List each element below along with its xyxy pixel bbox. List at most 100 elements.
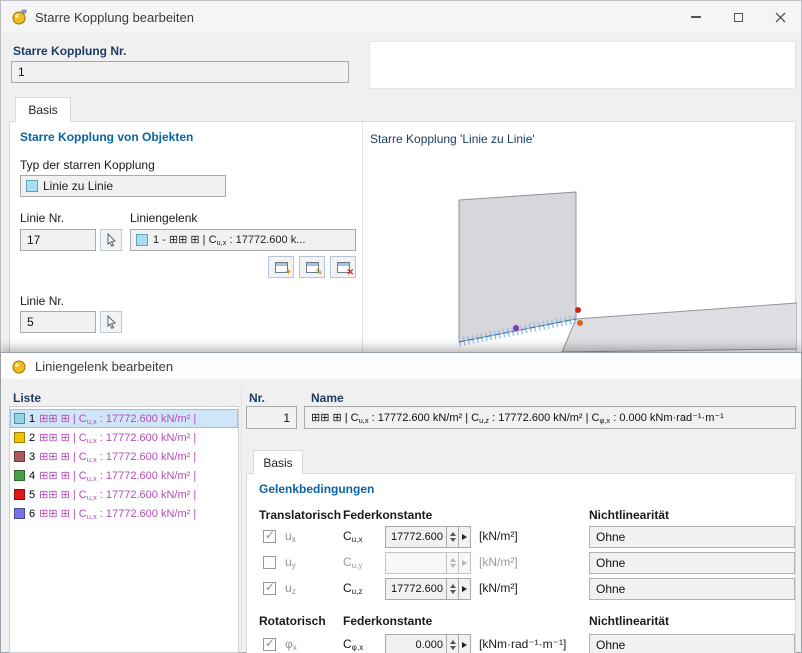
new-hinge-button[interactable]: ✦ <box>268 256 294 278</box>
list-item-3[interactable]: 3 ⊞⊞ ⊞ | Cu,x : 17772.600 kN/m² | <box>10 447 238 466</box>
list-item-1[interactable]: 1 ⊞⊞ ⊞ | Cu,x : 17772.600 kN/m² | <box>10 409 238 428</box>
color-swatch <box>14 413 25 424</box>
spin-arrows[interactable] <box>447 552 459 574</box>
spring-constant-header-2: Federkonstante <box>343 614 433 628</box>
edit-pencil-icon: ✎ <box>315 267 323 277</box>
line1-pick-button[interactable] <box>100 229 122 251</box>
name-value: ⊞⊞ ⊞ | Cu,x : 17772.600 kN/m² | Cu,z : 1… <box>311 411 724 425</box>
phix-checkbox[interactable] <box>263 636 276 651</box>
liniengelenk-combo[interactable]: 1 - ⊞⊞ ⊞ | Cu,x : 17772.600 k... <box>130 229 356 251</box>
spin-arrows[interactable] <box>447 634 459 653</box>
pick-cursor-icon <box>107 315 117 329</box>
list-item-4[interactable]: 4 ⊞⊞ ⊞ | Cu,x : 17772.600 kN/m² | <box>10 466 238 485</box>
app-icon <box>12 9 27 25</box>
delete-hinge-button[interactable]: ✕ <box>330 256 356 278</box>
list-divider <box>241 387 242 653</box>
uy-label: uy <box>285 555 296 571</box>
tab-basis[interactable]: Basis <box>253 450 303 474</box>
uz-checkbox[interactable] <box>263 580 276 595</box>
item-number: 6 <box>29 507 36 520</box>
cuz-value-field[interactable]: 17772.600 <box>385 578 447 600</box>
coupling-number-field[interactable]: 1 <box>11 61 349 83</box>
row-uy: uy Cu,y [kN/m²] Ohne <box>247 552 795 574</box>
item-text: ⊞⊞ ⊞ | Cu,x : 17772.600 kN/m² | <box>39 469 197 483</box>
app-icon <box>12 360 26 374</box>
more-arrow-icon <box>462 642 467 648</box>
item-text: ⊞⊞ ⊞ | Cu,x : 17772.600 kN/m² | <box>39 431 197 445</box>
more-options-button[interactable] <box>459 634 471 653</box>
cux-spinner: 17772.600 <box>385 526 471 548</box>
color-swatch <box>14 470 25 481</box>
phix-nonlinearity-combo[interactable]: Ohne <box>589 634 795 653</box>
item-text: ⊞⊞ ⊞ | Cu,x : 17772.600 kN/m² | <box>39 488 197 502</box>
hinge-list: 1 ⊞⊞ ⊞ | Cu,x : 17772.600 kN/m² | 2 ⊞⊞ ⊞… <box>9 406 239 653</box>
coupling-3d-preview[interactable] <box>364 146 797 352</box>
type-color-icon <box>26 180 38 192</box>
uz-unit: [kN/m²] <box>479 581 518 595</box>
panel-divider <box>362 122 363 352</box>
item-number: 3 <box>29 450 36 463</box>
uy-nonlinearity-value: Ohne <box>596 556 626 570</box>
ux-nonlinearity-combo[interactable]: Ohne <box>589 526 795 548</box>
hinge-color-icon <box>136 234 148 246</box>
maximize-button[interactable] <box>717 1 759 33</box>
more-options-button[interactable] <box>459 526 471 548</box>
name-label: Name <box>311 391 344 405</box>
list-item-2[interactable]: 2 ⊞⊞ ⊞ | Cu,x : 17772.600 kN/m² | <box>10 428 238 447</box>
tab-basis[interactable]: Basis <box>15 97 71 122</box>
minimize-button[interactable] <box>675 1 717 33</box>
list-item-5[interactable]: 5 ⊞⊞ ⊞ | Cu,x : 17772.600 kN/m² | <box>10 485 238 504</box>
section-conditions-header: Gelenkbedingungen <box>259 482 375 496</box>
cphix-value-field[interactable]: 0.000 <box>385 634 447 653</box>
spin-down-icon <box>449 564 456 568</box>
maximize-icon <box>733 12 743 22</box>
spring-constant-header: Federkonstante <box>343 508 433 522</box>
cux-value-field[interactable]: 17772.600 <box>385 526 447 548</box>
titlebar[interactable]: Liniengelenk bearbeiten <box>1 353 801 379</box>
more-options-button[interactable] <box>459 578 471 600</box>
node-orange <box>577 320 583 326</box>
item-text: ⊞⊞ ⊞ | Cu,x : 17772.600 kN/m² | <box>39 450 197 464</box>
window-controls <box>675 1 801 33</box>
cuy-label: Cu,y <box>343 555 363 571</box>
uy-unit: [kN/m²] <box>479 555 518 569</box>
spin-arrows[interactable] <box>447 578 459 600</box>
type-value: Linie zu Linie <box>43 179 114 193</box>
liniengelenk-value: 1 - ⊞⊞ ⊞ | Cu,x : 17772.600 k... <box>153 234 306 247</box>
close-button[interactable] <box>759 1 801 33</box>
tab-basis-label: Basis <box>263 455 293 470</box>
more-arrow-icon <box>462 534 467 540</box>
ux-label: ux <box>285 529 296 545</box>
row-phix: φx Cφ,x 0.000 [kNm·rad⁻¹·m⁻¹] Ohne <box>247 634 795 653</box>
translational-header: Translatorisch <box>259 508 342 522</box>
cuy-value-field[interactable] <box>385 552 447 574</box>
coupling-type-combo[interactable]: Linie zu Linie <box>20 175 226 197</box>
delete-x-icon: ✕ <box>346 267 354 277</box>
coupling-number-label: Starre Kopplung Nr. <box>13 44 127 58</box>
item-number: 4 <box>29 469 36 482</box>
edit-hinge-button[interactable]: ✎ <box>299 256 325 278</box>
comment-box[interactable] <box>369 41 796 89</box>
cuy-spinner <box>385 552 471 574</box>
titlebar[interactable]: Starre Kopplung bearbeiten <box>1 1 801 33</box>
name-field[interactable]: ⊞⊞ ⊞ | Cu,x : 17772.600 kN/m² | Cu,z : 1… <box>304 406 796 429</box>
uy-checkbox[interactable] <box>263 556 276 569</box>
ux-checkbox[interactable] <box>263 528 276 543</box>
spin-down-icon <box>449 590 456 594</box>
uy-nonlinearity-combo[interactable]: Ohne <box>589 552 795 574</box>
node-red <box>575 307 581 313</box>
nr-field[interactable]: 1 <box>246 406 297 429</box>
color-swatch <box>14 508 25 519</box>
row-uz: uz Cu,z 17772.600 [kN/m²] Ohne <box>247 578 795 600</box>
line2-field[interactable]: 5 <box>20 311 96 333</box>
basis-panel: Gelenkbedingungen Translatorisch Federko… <box>246 473 796 653</box>
phix-unit: [kNm·rad⁻¹·m⁻¹] <box>479 637 567 651</box>
uz-nonlinearity-combo[interactable]: Ohne <box>589 578 795 600</box>
cuz-label: Cu,z <box>343 581 363 597</box>
list-item-6[interactable]: 6 ⊞⊞ ⊞ | Cu,x : 17772.600 kN/m² | <box>10 504 238 523</box>
line1-field[interactable]: 17 <box>20 229 96 251</box>
more-options-button[interactable] <box>459 552 471 574</box>
spin-up-icon <box>449 532 456 536</box>
spin-arrows[interactable] <box>447 526 459 548</box>
line2-pick-button[interactable] <box>100 311 122 333</box>
